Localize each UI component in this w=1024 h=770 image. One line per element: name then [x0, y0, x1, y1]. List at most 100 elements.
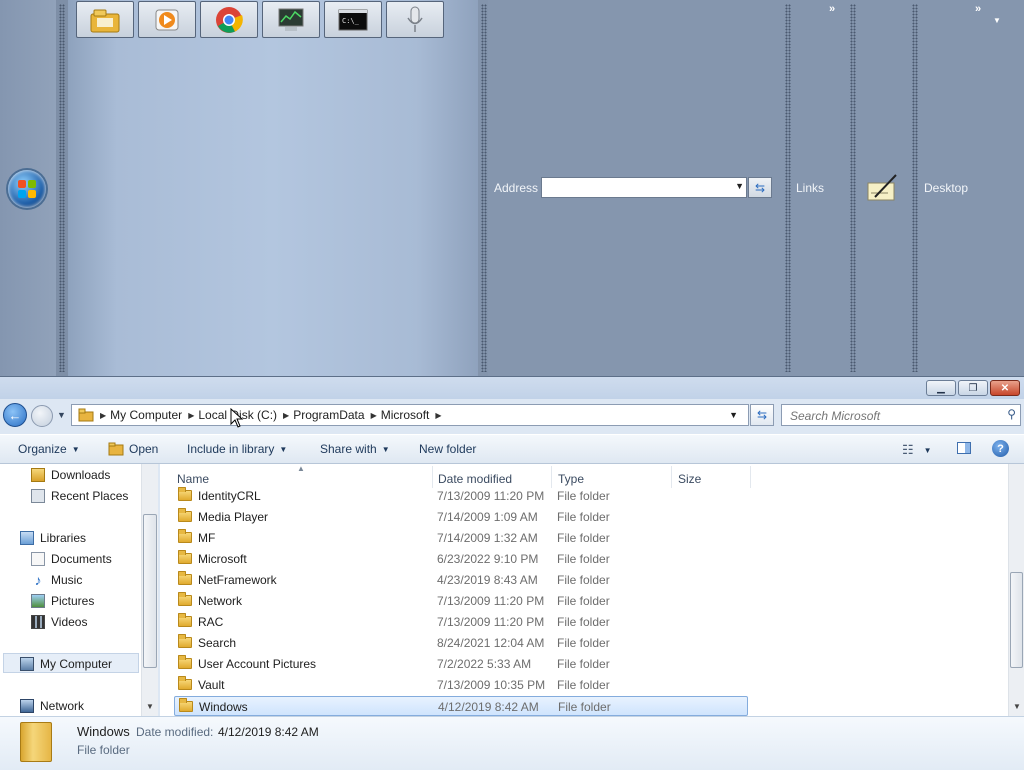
column-header-type[interactable]: Type — [558, 472, 584, 486]
nav-item-documents[interactable]: Documents — [31, 552, 112, 566]
address-toolbar-input[interactable]: ▼ — [541, 177, 747, 198]
refresh-button[interactable]: ⇆ — [750, 404, 774, 426]
breadcrumb-separator-icon[interactable]: ▶ — [283, 411, 289, 420]
new-folder-button[interactable]: New folder — [419, 442, 476, 456]
nav-item-label: Recent Places — [51, 489, 129, 503]
pen-tablet-icon — [867, 174, 897, 201]
desktop-chevron-icon[interactable]: » — [975, 3, 981, 15]
chevron-down-icon[interactable]: ▼ — [735, 181, 744, 191]
table-row[interactable]: User Account Pictures 7/2/2022 5:33 AM Fil… — [174, 654, 748, 674]
tablet-input-button[interactable] — [866, 173, 898, 203]
search-box[interactable]: ⚲ — [781, 404, 1021, 426]
organize-button[interactable]: Organize ▼ — [18, 442, 80, 456]
go-arrows-icon: ⇆ — [754, 180, 766, 195]
minimize-button[interactable]: ▁ — [926, 380, 956, 396]
toolbar-grip[interactable] — [850, 4, 856, 372]
search-input[interactable] — [788, 406, 992, 426]
breadcrumb-item[interactable]: ProgramData — [293, 408, 364, 422]
column-header-date-modified[interactable]: Date modified — [438, 472, 512, 486]
nav-item-pictures[interactable]: Pictures — [31, 594, 94, 608]
folder-icon — [178, 613, 192, 627]
speech-button[interactable] — [386, 1, 444, 38]
search-icon[interactable]: ⚲ — [1007, 407, 1016, 421]
table-row[interactable]: Network 7/13/2009 11:20 PM File folder — [174, 591, 748, 611]
command-prompt-button[interactable]: C:\_ — [324, 1, 382, 38]
table-row[interactable]: Search 8/24/2021 12:04 AM File folder — [174, 633, 748, 653]
nav-item-my-computer[interactable]: My Computer — [20, 657, 112, 671]
open-folder-icon — [108, 442, 124, 456]
links-chevron-icon[interactable]: » — [829, 3, 835, 15]
nav-item-network[interactable]: Network — [20, 699, 84, 713]
include-in-library-button[interactable]: Include in library ▼ — [187, 442, 287, 456]
nav-item-label: Music — [51, 573, 83, 587]
column-header-size[interactable]: Size — [678, 472, 701, 486]
folder-icon — [178, 550, 192, 564]
toolbar-grip[interactable] — [481, 4, 487, 372]
column-divider[interactable] — [671, 466, 672, 488]
breadcrumb-separator-icon[interactable]: ▶ — [371, 411, 377, 420]
nav-item-downloads[interactable]: Downloads — [31, 468, 110, 482]
table-row[interactable]: Vault 7/13/2009 10:35 PM File folder — [174, 675, 748, 695]
nav-item-recent-places[interactable]: Recent Places — [31, 489, 128, 503]
explorer-button[interactable] — [76, 1, 134, 38]
table-row[interactable]: Windows 4/12/2019 8:42 AM File folder — [174, 696, 748, 716]
chevron-down-icon[interactable]: ▼ — [993, 16, 1001, 25]
open-button[interactable]: Open — [108, 442, 158, 456]
breadcrumb[interactable]: ▶ My Computer ▶ Local Disk (C:) ▶ Progra… — [71, 404, 749, 426]
help-button[interactable]: ? — [992, 440, 1009, 457]
nav-item-libraries[interactable]: Libraries — [20, 531, 86, 545]
column-header-name[interactable]: Name — [177, 472, 209, 486]
breadcrumb-separator-icon[interactable]: ▶ — [188, 411, 194, 420]
file-list-scrollbar[interactable]: ▼ — [1008, 464, 1024, 716]
table-row[interactable]: Microsoft 6/23/2022 9:10 PM File folder — [174, 549, 748, 569]
windows-flag-green — [28, 180, 36, 188]
toolbar-grip[interactable] — [912, 4, 918, 372]
task-manager-button[interactable] — [262, 1, 320, 38]
file-name: MF — [198, 531, 216, 545]
table-row[interactable]: NetFramework 4/23/2019 8:43 AM File folder — [174, 570, 748, 590]
toolbar-grip[interactable] — [785, 4, 791, 372]
breadcrumb-item[interactable]: Microsoft — [381, 408, 430, 422]
nav-item-music[interactable]: ♪ Music — [31, 573, 83, 587]
column-divider[interactable] — [551, 466, 552, 488]
restore-button[interactable]: ❐ — [958, 380, 988, 396]
breadcrumb-separator-icon[interactable]: ▶ — [100, 411, 106, 420]
table-row[interactable]: MF 7/14/2009 1:32 AM File folder — [174, 528, 748, 548]
recent-places-icon — [31, 489, 45, 503]
table-row[interactable]: RAC 7/13/2009 11:20 PM File folder — [174, 612, 748, 632]
breadcrumb-separator-icon[interactable]: ▶ — [435, 411, 441, 420]
file-date-modified: 7/13/2009 11:20 PM — [437, 594, 545, 608]
recent-pages-chevron-icon[interactable]: ▼ — [57, 410, 66, 420]
media-player-button[interactable] — [138, 1, 196, 38]
change-view-button[interactable]: ☷ ▼ — [902, 442, 932, 458]
nav-scrollbar-thumb[interactable] — [143, 514, 157, 668]
start-button[interactable] — [8, 170, 46, 208]
chrome-button[interactable] — [200, 1, 258, 38]
close-button[interactable]: ✕ — [990, 380, 1020, 396]
task-manager-icon — [278, 8, 304, 31]
file-type: File folder — [557, 573, 610, 587]
file-type: File folder — [557, 636, 610, 650]
forward-button[interactable] — [31, 405, 53, 427]
breadcrumb-item[interactable]: My Computer — [110, 408, 182, 422]
file-type: File folder — [557, 657, 610, 671]
preview-pane-button[interactable] — [957, 442, 971, 454]
scroll-down-icon[interactable]: ▼ — [1013, 702, 1021, 711]
share-with-button[interactable]: Share with ▼ — [320, 442, 390, 456]
folder-icon — [178, 634, 192, 648]
file-type: File folder — [557, 531, 610, 545]
column-divider[interactable] — [750, 466, 751, 488]
toolbar-grip[interactable] — [59, 4, 65, 372]
back-button[interactable]: ← — [3, 403, 27, 427]
column-divider[interactable] — [432, 466, 433, 488]
title-bar[interactable]: ▁ ❐ ✕ — [0, 377, 1024, 399]
table-row[interactable]: Media Player 7/14/2009 1:09 AM File folder — [174, 507, 748, 527]
file-list-scrollbar-thumb[interactable] — [1010, 572, 1023, 668]
minimize-icon: ▁ — [937, 382, 945, 394]
chevron-down-icon[interactable]: ▼ — [729, 410, 738, 420]
table-row[interactable]: IdentityCRL 7/13/2009 11:20 PM File folder — [174, 486, 748, 506]
address-go-button[interactable]: ⇆ — [748, 177, 772, 198]
scroll-down-icon[interactable]: ▼ — [146, 702, 154, 711]
nav-scrollbar[interactable]: ▼ — [141, 464, 158, 716]
nav-item-videos[interactable]: Videos — [31, 615, 87, 629]
